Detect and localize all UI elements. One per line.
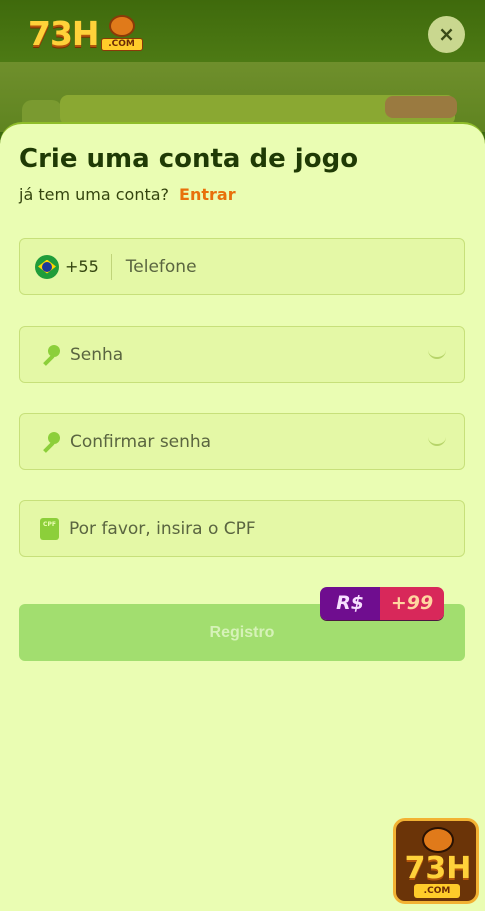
key-stem xyxy=(43,354,55,366)
badge-suffix: .COM xyxy=(414,884,460,898)
register-sheet: Crie uma conta de jogo já tem uma conta?… xyxy=(0,122,485,911)
eye-closed-icon[interactable] xyxy=(428,436,446,446)
key-icon xyxy=(40,431,60,453)
password-input[interactable]: Senha xyxy=(70,345,123,365)
top-bar: 73H .COM × xyxy=(0,0,485,62)
divider xyxy=(110,253,112,280)
bonus-currency: R$ xyxy=(320,587,380,620)
login-link[interactable]: Entrar xyxy=(179,185,236,204)
mascot-face xyxy=(108,15,135,37)
register-area: Registro R$ +99 xyxy=(19,587,465,661)
app-download-badge[interactable]: 73H .COM xyxy=(393,818,479,904)
flag-globe xyxy=(42,261,52,272)
confirm-password-input[interactable]: Confirmar senha xyxy=(70,432,211,452)
country-code[interactable]: +55 xyxy=(65,257,99,276)
confirm-password-field[interactable]: Confirmar senha xyxy=(19,413,465,470)
site-logo[interactable]: 73H .COM xyxy=(28,13,143,53)
key-stem xyxy=(43,441,55,453)
page-title: Crie uma conta de jogo xyxy=(19,144,359,174)
badge-number: 73H xyxy=(404,851,472,886)
logo-number: 73H xyxy=(28,13,100,53)
phone-field[interactable]: +55 Telefone xyxy=(19,238,465,295)
login-prompt-text: já tem uma conta? xyxy=(19,185,170,204)
eye-closed-icon[interactable] xyxy=(428,349,446,359)
brazil-flag-icon[interactable] xyxy=(35,254,59,279)
bonus-badge: R$ +99 xyxy=(320,587,444,620)
close-button[interactable]: × xyxy=(428,16,465,53)
cpf-field[interactable]: CPF Por favor, insira o CPF xyxy=(19,500,465,557)
cpf-card-icon: CPF xyxy=(40,517,59,540)
cpf-input[interactable]: Por favor, insira o CPF xyxy=(69,519,256,539)
password-field[interactable]: Senha xyxy=(19,326,465,383)
logo-suffix: .COM xyxy=(100,38,143,51)
phone-input[interactable]: Telefone xyxy=(126,257,197,277)
bonus-amount: +99 xyxy=(380,587,444,620)
login-prompt: já tem uma conta? Entrar xyxy=(19,185,236,204)
background-decoration xyxy=(385,96,457,118)
tiger-mascot-icon: .COM xyxy=(100,13,143,53)
tiger-mascot-icon xyxy=(422,827,454,853)
key-icon xyxy=(40,344,60,366)
